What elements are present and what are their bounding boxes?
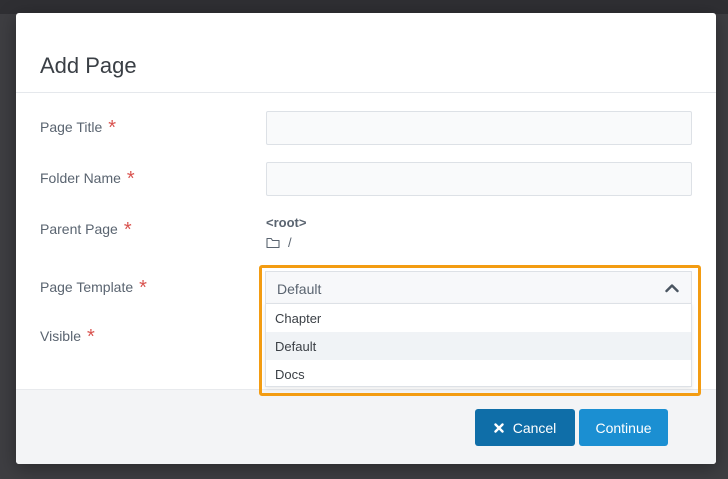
page-title-label: Page Title * <box>40 115 117 139</box>
parent-page-label: Parent Page * <box>40 217 132 241</box>
modal-backdrop <box>0 0 728 14</box>
add-page-dialog: Add Page Page Title * Folder Name * Parent… <box>16 13 716 464</box>
visible-label: Visible * <box>40 324 95 348</box>
required-mark: * <box>108 117 117 139</box>
required-mark: * <box>126 168 135 190</box>
required-mark: * <box>139 277 147 299</box>
parent-page-label-text: Parent Page <box>40 221 118 237</box>
dialog-footer: Cancel Continue <box>16 389 716 464</box>
option-chapter[interactable]: Chapter <box>266 304 691 332</box>
cancel-button-label: Cancel <box>512 419 557 436</box>
folder-name-label: Folder Name * <box>40 166 135 190</box>
parent-page-value[interactable]: <root> <box>266 215 306 230</box>
page-title-input[interactable] <box>266 111 692 145</box>
visible-label-text: Visible <box>40 328 81 344</box>
parent-page-path[interactable]: / <box>266 235 292 250</box>
folder-name-input[interactable] <box>266 162 692 196</box>
folder-name-label-text: Folder Name <box>40 170 121 186</box>
page-title-label-text: Page Title <box>40 119 103 135</box>
option-docs[interactable]: Docs <box>266 360 691 388</box>
page-template-label-text: Page Template <box>40 279 134 295</box>
page-template-select[interactable]: Default <box>265 271 692 305</box>
chevron-up-icon <box>665 284 679 293</box>
required-mark: * <box>123 219 132 241</box>
page-template-options: Chapter Default Docs <box>265 303 692 387</box>
dialog-header: Add Page <box>16 13 716 93</box>
continue-button[interactable]: Continue <box>579 409 668 446</box>
close-icon <box>494 422 504 433</box>
parent-page-path-text: / <box>288 235 292 250</box>
required-mark: * <box>87 326 95 348</box>
continue-button-label: Continue <box>595 419 652 436</box>
cancel-button[interactable]: Cancel <box>475 409 575 446</box>
page-template-label: Page Template * <box>40 275 147 299</box>
page-template-selected: Default <box>277 280 322 297</box>
folder-icon <box>266 237 280 248</box>
dialog-title: Add Page <box>40 53 137 78</box>
option-default[interactable]: Default <box>266 332 691 360</box>
